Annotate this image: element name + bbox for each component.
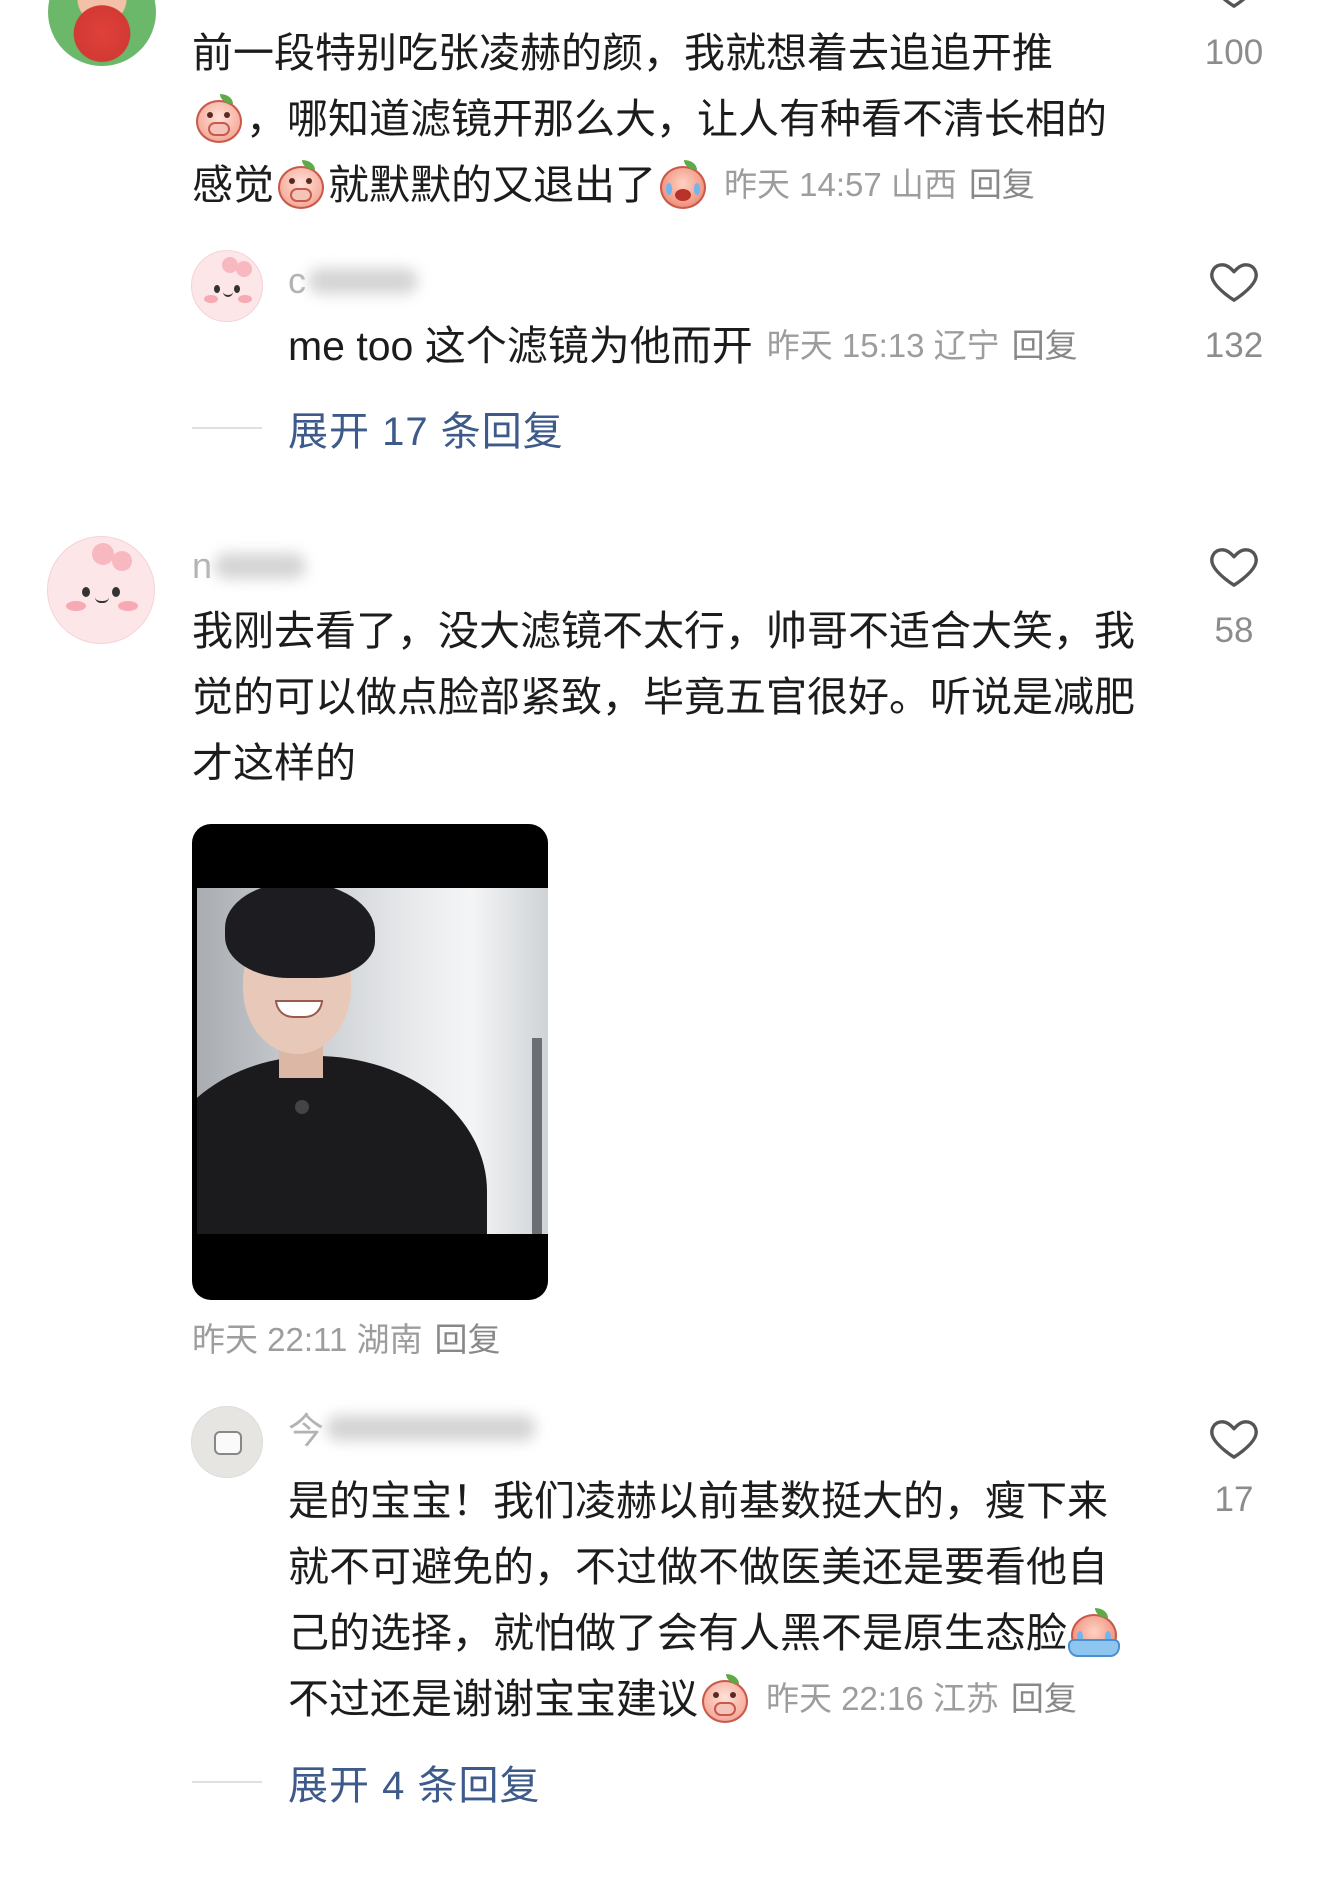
avatar-commenter-2[interactable]: [47, 536, 155, 644]
reply-text-line: 不过还是谢谢宝宝建议 昨天 22:16 江苏 回复: [288, 1666, 1077, 1732]
reply-text: me too 这个滤镜为他而开: [288, 323, 753, 369]
username-blurred: [214, 553, 307, 579]
avatar-commenter-1[interactable]: [48, 0, 156, 66]
peach-cover-mouth-icon: [699, 1673, 751, 1725]
peach-crying-icon: [657, 159, 709, 211]
comment-text-line: 才这样的: [192, 730, 356, 796]
reply-text: 不过还是谢谢宝宝建议: [288, 1676, 698, 1722]
username-blurred: [308, 268, 418, 294]
like-heart-icon[interactable]: [1207, 254, 1261, 308]
like-count: 17: [1214, 1480, 1254, 1519]
comment-text: 就默默的又退出了: [328, 162, 656, 208]
divider: [192, 1781, 262, 1783]
username[interactable]: c: [288, 256, 418, 306]
username[interactable]: n: [192, 541, 307, 591]
reply-text-line: 是的宝宝！我们凌赫以前基数挺大的，瘦下来: [288, 1468, 1108, 1534]
peach-crying-tub-icon: [1068, 1607, 1120, 1659]
username-initial: n: [192, 545, 213, 586]
expand-replies[interactable]: 展开 4 条回复: [192, 1752, 540, 1812]
comment-text: 我刚去看了，没大滤镜不太行，帅哥不适合大笑，我: [192, 608, 1135, 654]
comment-meta: 昨天 22:11 湖南: [192, 1321, 423, 1358]
comment-text-line: 觉的可以做点脸部紧致，毕竟五官很好。听说是减肥: [192, 664, 1135, 730]
comment-text: 觉的可以做点脸部紧致，毕竟五官很好。听说是减肥: [192, 674, 1135, 720]
reply-button[interactable]: 回复: [434, 1307, 500, 1373]
avatar-replier-2[interactable]: [191, 1406, 263, 1478]
reply-button[interactable]: 回复: [1011, 1666, 1077, 1732]
expand-replies-label[interactable]: 展开 4 条回复: [288, 1753, 540, 1811]
like-heart-icon[interactable]: [1207, 1411, 1261, 1465]
reply-text: 是的宝宝！我们凌赫以前基数挺大的，瘦下来: [288, 1478, 1108, 1524]
username-blurred: [326, 1415, 537, 1441]
comment-text-line: 前一段特别吃张凌赫的颜，我就想着去追追开推: [192, 20, 1053, 86]
reply-text: 就不可避免的，不过做不做医美还是要看他自: [288, 1544, 1108, 1590]
reply-text-line: 己的选择，就怕做了会有人黑不是原生态脸: [288, 1600, 1121, 1666]
reply-meta: 昨天 22:16 江苏: [766, 1680, 999, 1717]
like-count: 132: [1204, 326, 1264, 365]
comment-text-line: ，哪知道滤镜开那么大，让人有种看不清长相的: [192, 86, 1107, 152]
comment-text-line: 感觉 就默默的又退出了 昨天 14:57 山西 回复: [192, 152, 1035, 218]
comment-photo-attachment[interactable]: [192, 824, 548, 1300]
photo-scene: [197, 888, 548, 1234]
reply-text-line: me too 这个滤镜为他而开 昨天 15:13 辽宁 回复: [288, 313, 1078, 379]
reply-meta: 昨天 15:13 辽宁: [766, 327, 1000, 364]
divider: [192, 427, 262, 429]
reply-text-line: 就不可避免的，不过做不做医美还是要看他自: [288, 1534, 1108, 1600]
like-heart-icon[interactable]: [1207, 539, 1261, 593]
comment-text: 感觉: [192, 162, 274, 208]
avatar-replier-1[interactable]: [191, 250, 263, 322]
like-count: 100: [1204, 33, 1264, 72]
comment-text: 才这样的: [192, 740, 356, 786]
comment-text: 前一段特别吃张凌赫的颜，我就想着去追追开推: [192, 30, 1053, 76]
expand-replies-label[interactable]: 展开 17 条回复: [288, 399, 564, 457]
username-initial: 今: [288, 1410, 325, 1451]
username-initial: c: [288, 260, 306, 301]
like-count: 58: [1214, 611, 1254, 650]
reply-text: 己的选择，就怕做了会有人黑不是原生态脸: [288, 1610, 1067, 1656]
like-heart-icon[interactable]: [1207, 0, 1261, 14]
comment-meta: 昨天 14:57 山西: [724, 166, 957, 203]
comment-text-line: 我刚去看了，没大滤镜不太行，帅哥不适合大笑，我: [192, 598, 1135, 664]
peach-cover-mouth-icon: [193, 93, 245, 145]
peach-cover-mouth-icon: [275, 159, 327, 211]
comment-text: ，哪知道滤镜开那么大，让人有种看不清长相的: [246, 96, 1107, 142]
reply-button[interactable]: 回复: [1012, 313, 1078, 379]
comment-meta-line: 昨天 22:11 湖南 回复: [192, 1307, 500, 1373]
reply-button[interactable]: 回复: [969, 152, 1035, 218]
username[interactable]: 今: [288, 1403, 537, 1453]
comment-list: 100 前一段特别吃张凌赫的颜，我就想着去追追开推 ，哪知道滤镜开那么大，让人有…: [0, 0, 1320, 1894]
expand-replies[interactable]: 展开 17 条回复: [192, 398, 564, 458]
